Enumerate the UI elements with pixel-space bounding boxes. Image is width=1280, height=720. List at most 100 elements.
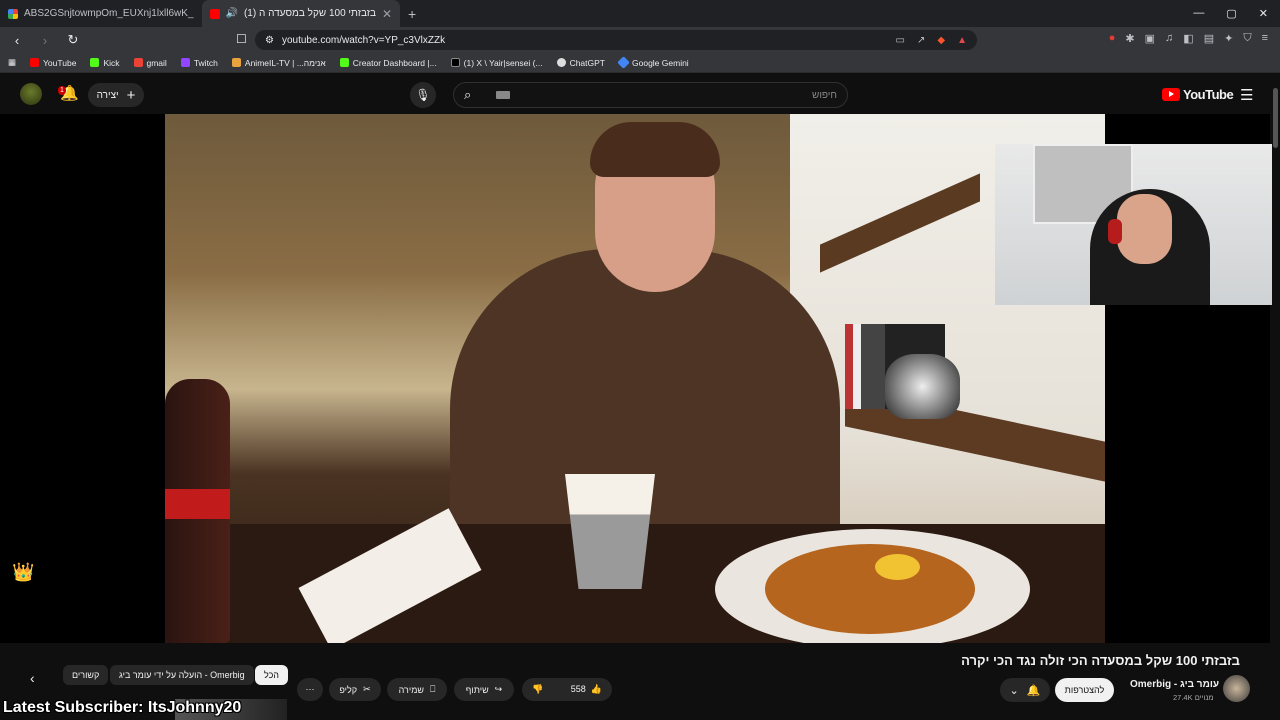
share-button[interactable]: שיתוף ↪ (454, 678, 514, 701)
chevron-left-icon[interactable]: ‹ (30, 670, 35, 686)
channel-name[interactable]: Omerbig - עומר ביג (1130, 679, 1219, 690)
youtube-logo[interactable]: YouTube (1162, 87, 1234, 102)
plus-icon: + (126, 86, 136, 104)
bookmark-save-icon: ⎕ (429, 684, 436, 694)
clip-label: קליפ (339, 684, 358, 695)
bookmark-kick[interactable]: Kick (90, 58, 120, 68)
kick-icon (339, 58, 349, 67)
save-button[interactable]: שמירה ⎕ (387, 678, 447, 701)
search-icon[interactable]: ⌕ (464, 87, 471, 103)
wallet-icon[interactable]: ▤ (1204, 32, 1214, 45)
tab-2-active[interactable]: 🔊 (1) בזבזתי 100 שקל במסעדה ה ✕ (201, 0, 401, 27)
chip-uploaded-by[interactable]: Omerbig - הועלה על ידי עומר ביג (110, 665, 254, 685)
scissors-icon: ✂ (363, 684, 371, 694)
x-icon (450, 58, 460, 67)
scrollbar-thumb[interactable] (1273, 88, 1278, 148)
like-button[interactable]: 558 👍 (571, 684, 602, 695)
video-player[interactable]: 👑 (0, 114, 1280, 643)
site-info-icon[interactable]: ⚙ (265, 35, 274, 46)
cast-icon[interactable]: ▭ (896, 35, 905, 46)
leo-icon[interactable]: ✦ (1224, 32, 1233, 45)
bookmark-icon[interactable]: ☐ (236, 32, 247, 46)
subscriber-count: 27.4K מנויים (1173, 693, 1214, 702)
tab-1[interactable]: ABS2GSnjtowmpOm_EUXnj1lxll6wK_ (0, 0, 202, 27)
video-title: בזבזתי 100 שקל במסעדה הכי זולה נגד הכי י… (961, 653, 1240, 668)
bookmark-gmail[interactable]: gmail (133, 58, 167, 68)
maximize-button[interactable]: ▢ (1226, 7, 1236, 20)
more-actions-button[interactable]: ⋯ (297, 678, 323, 701)
keyboard-icon[interactable] (496, 91, 511, 99)
chip-related[interactable]: קשורים (63, 665, 109, 685)
bell-icon: 🔔 (1026, 684, 1041, 697)
channel-avatar[interactable] (1223, 675, 1250, 702)
rewards-icon[interactable]: ▲ (957, 35, 967, 46)
save-label: שמירה (398, 684, 424, 695)
create-button[interactable]: יצירה + (88, 83, 144, 107)
page-scrollbar[interactable] (1272, 76, 1280, 720)
new-tab-button[interactable]: + (408, 6, 416, 22)
forward-button[interactable]: › (36, 33, 54, 48)
tab-favicon-icon (8, 8, 18, 19)
address-bar[interactable]: ⚙ youtube.com/watch?v=YP_c3VlxZZk ▭ ↗ ◆ … (255, 30, 977, 50)
window-controls: — ▢ ✕ (1193, 7, 1280, 20)
person-hair (590, 122, 720, 177)
bookmark-twitch[interactable]: Twitch (180, 58, 218, 68)
subscribe-button[interactable]: להצטרפות (1055, 678, 1114, 702)
close-window-button[interactable]: ✕ (1259, 7, 1268, 20)
voice-search-button[interactable]: 🎙 (410, 82, 436, 108)
bookmarks-bar: ▦ YouTube Kick gmail Twitch AnimeIL-TV |… (0, 53, 1280, 73)
chevron-down-icon: ⌄ (1009, 684, 1019, 697)
youtube-icon (30, 58, 40, 67)
minimize-button[interactable]: — (1193, 7, 1204, 20)
back-button[interactable]: ‹ (8, 33, 26, 48)
bookmark-chatgpt[interactable]: ChatGPT (556, 58, 605, 68)
menu-icon[interactable]: ≡ (1262, 32, 1268, 45)
sidebar-icon[interactable]: ◧ (1183, 32, 1193, 45)
search-input[interactable]: ⌕ חיפוש (453, 82, 848, 108)
youtube-header: 🔔 1 יצירה + 🎙 ⌕ חיפוש YouTube ☰ (0, 76, 1280, 114)
bookmark-gemini[interactable]: Google Gemini (617, 56, 689, 69)
record-icon[interactable]: ● (1109, 32, 1116, 45)
puzzle-icon[interactable]: ✱ (1125, 32, 1134, 45)
vpn-shield-icon[interactable]: ⛉ (1243, 32, 1251, 45)
bookmark-creator-dashboard[interactable]: Creator Dashboard |... (339, 58, 437, 68)
tab-close-icon[interactable]: ✕ (382, 7, 392, 21)
speaker-icon[interactable]: 🔊 (226, 8, 238, 19)
hamburger-menu-icon[interactable]: ☰ (1240, 86, 1253, 104)
screenshot-icon[interactable]: ▣ (1145, 32, 1155, 45)
vase (885, 354, 960, 419)
twitch-icon (180, 58, 190, 67)
schnitzel (765, 544, 975, 634)
url-text: youtube.com/watch?v=YP_c3VlxZZk (281, 34, 446, 46)
animeil-icon (231, 58, 241, 67)
brave-shield-icon[interactable]: ◆ (937, 35, 945, 46)
facecam-face (1117, 194, 1172, 264)
share-page-icon[interactable]: ↗ (917, 35, 925, 46)
reload-button[interactable]: ↻ (64, 32, 82, 48)
video-frame[interactable] (165, 114, 1105, 643)
share-label: שיתוף (465, 684, 489, 695)
notification-settings-button[interactable]: ⌄ 🔔 (1000, 678, 1050, 702)
extension-icons: ● ✱ ▣ ♫ ◧ ▤ ✦ ⛉ ≡ (1109, 32, 1268, 45)
bookmark-x[interactable]: (1) X \ Yair|sensei (... (450, 58, 543, 68)
bookmark-youtube[interactable]: YouTube (30, 58, 76, 68)
gmail-icon (133, 58, 143, 67)
youtube-favicon-icon (209, 8, 220, 19)
fries-cup (565, 474, 655, 589)
music-icon[interactable]: ♫ (1165, 32, 1173, 45)
dislike-button[interactable]: 👎 (532, 684, 543, 695)
microphone-icon: 🎙 (415, 88, 431, 102)
chip-all[interactable]: הכל (255, 665, 289, 685)
bookmark-animeil[interactable]: AnimeIL-TV | ...אנימה (231, 58, 326, 68)
clip-button[interactable]: קליפ ✂ (329, 678, 381, 701)
browser-toolbar: ‹ › ↻ ☐ ⚙ youtube.com/watch?v=YP_c3VlxZZ… (0, 27, 1280, 53)
tab-title: ABS2GSnjtowmpOm_EUXnj1lxll6wK_ (24, 8, 194, 19)
youtube-play-icon (1162, 88, 1180, 101)
notifications-badge: 1 (58, 86, 66, 95)
tab-title: (1) בזבזתי 100 שקל במסעדה ה (243, 8, 376, 19)
chatgpt-icon (556, 58, 566, 67)
like-dislike-group: 👎 558 👍 (522, 678, 612, 701)
lemon (875, 554, 920, 580)
avatar[interactable] (20, 83, 42, 105)
apps-grid-icon[interactable]: ▦ (8, 57, 16, 68)
